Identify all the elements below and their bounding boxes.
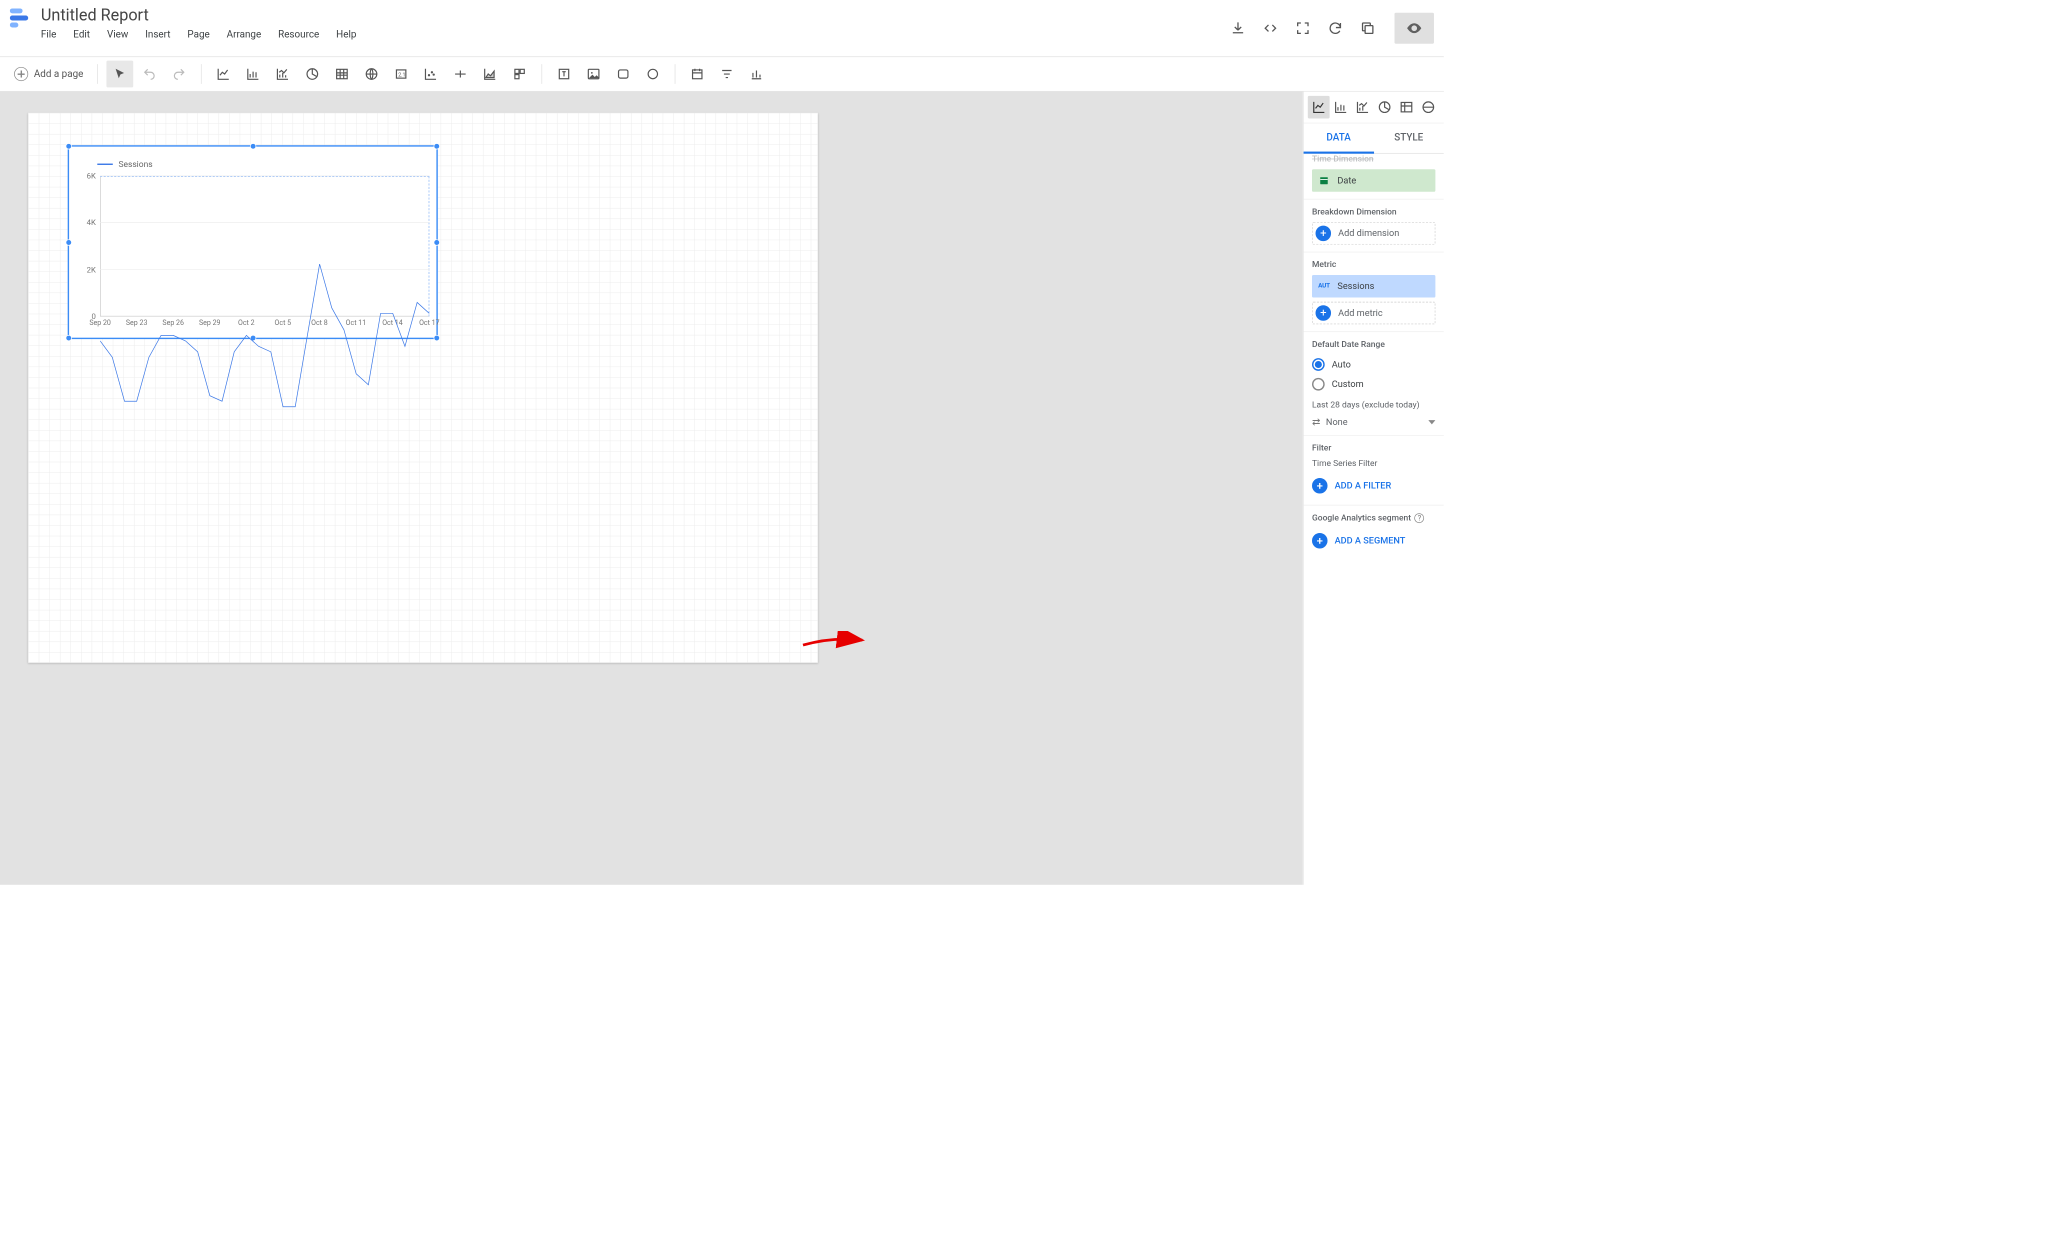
report-canvas[interactable]: Sessions 0 2K 4K 6K Sep 20 <box>28 113 818 663</box>
plus-icon: + <box>1316 305 1332 321</box>
tool-table-icon[interactable] <box>329 61 356 88</box>
add-segment-button[interactable]: + ADD A SEGMENT <box>1312 529 1435 553</box>
metric-chip[interactable]: AUT Sessions <box>1312 275 1435 298</box>
section-date-range: Default Date Range <box>1312 339 1435 349</box>
add-dimension-label: Add dimension <box>1338 228 1399 239</box>
properties-panel: DATA STYLE Time Dimension Date Breakdown… <box>1303 92 1444 885</box>
menu-file[interactable]: File <box>41 29 56 40</box>
tool-bullet-icon[interactable] <box>447 61 474 88</box>
time-series-chart[interactable]: Sessions 0 2K 4K 6K Sep 20 <box>68 145 438 339</box>
tool-geo-icon[interactable] <box>358 61 385 88</box>
y-tick-label: 6K <box>87 172 100 181</box>
compare-arrows-icon: ⇄ <box>1312 417 1320 428</box>
tool-scatter-icon[interactable] <box>418 61 445 88</box>
y-tick-label: 4K <box>87 219 100 228</box>
tool-filter-icon[interactable] <box>714 61 741 88</box>
menu-arrange[interactable]: Arrange <box>227 29 262 40</box>
fullscreen-icon[interactable] <box>1293 18 1313 38</box>
y-tick-label: 2K <box>87 265 100 274</box>
chart-type-table-icon[interactable] <box>1396 96 1418 119</box>
tool-text-icon[interactable] <box>551 61 578 88</box>
embed-icon[interactable] <box>1261 18 1281 38</box>
chart-body: Sessions 0 2K 4K 6K Sep 20 <box>69 147 436 338</box>
metric-value: Sessions <box>1337 281 1374 292</box>
select-tool[interactable] <box>107 61 134 88</box>
legend-label: Sessions <box>118 159 152 169</box>
undo-button[interactable] <box>136 61 163 88</box>
add-segment-label: ADD A SEGMENT <box>1335 535 1406 546</box>
section-filter: Filter <box>1312 443 1435 453</box>
section-time-dimension: Time Dimension <box>1312 154 1435 164</box>
menu-edit[interactable]: Edit <box>73 29 90 40</box>
tool-date-range-icon[interactable] <box>684 61 711 88</box>
plus-icon: + <box>1312 478 1328 494</box>
radio-unchecked-icon <box>1312 378 1325 391</box>
redo-button[interactable] <box>166 61 193 88</box>
chart-type-line-icon[interactable] <box>1308 96 1330 119</box>
radio-checked-icon <box>1312 358 1325 371</box>
chart-type-bar-icon[interactable] <box>1330 96 1352 119</box>
date-range-auto[interactable]: Auto <box>1312 355 1435 375</box>
add-filter-button[interactable]: + ADD A FILTER <box>1312 474 1435 498</box>
plus-icon: + <box>1312 533 1328 549</box>
chart-type-combo-icon[interactable] <box>1352 96 1374 119</box>
tool-circle-icon[interactable] <box>640 61 667 88</box>
add-metric-button[interactable]: + Add metric <box>1312 302 1435 325</box>
svg-text:2.1: 2.1 <box>398 72 405 78</box>
add-filter-label: ADD A FILTER <box>1335 480 1392 491</box>
time-dimension-chip[interactable]: Date <box>1312 169 1435 192</box>
chevron-down-icon <box>1428 420 1435 424</box>
tab-style[interactable]: STYLE <box>1374 123 1444 153</box>
help-icon[interactable]: ? <box>1415 513 1425 523</box>
section-metric: Metric <box>1312 259 1435 269</box>
plus-icon: + <box>1316 226 1332 242</box>
tool-scorecard-icon[interactable]: 2.1 <box>388 61 415 88</box>
date-range-note: Last 28 days (exclude today) <box>1312 400 1435 410</box>
compare-value: None <box>1320 417 1428 428</box>
add-dimension-button[interactable]: + Add dimension <box>1312 222 1435 245</box>
tool-bar-chart-icon[interactable] <box>240 61 267 88</box>
download-icon[interactable] <box>1228 18 1248 38</box>
date-auto-label: Auto <box>1332 359 1351 370</box>
tool-pivot-icon[interactable] <box>506 61 533 88</box>
tool-area-icon[interactable] <box>477 61 504 88</box>
view-button[interactable] <box>1394 13 1433 44</box>
menu-help[interactable]: Help <box>336 29 356 40</box>
metric-type-badge: AUT <box>1316 278 1332 294</box>
chart-type-geo-icon[interactable] <box>1418 96 1440 119</box>
add-page-label: Add a page <box>34 68 84 79</box>
date-range-custom[interactable]: Custom <box>1312 374 1435 394</box>
report-title[interactable]: Untitled Report <box>41 6 1228 25</box>
legend-swatch <box>97 164 113 165</box>
refresh-icon[interactable] <box>1325 18 1345 38</box>
comparison-dropdown[interactable]: ⇄ None <box>1312 417 1435 428</box>
series-line <box>100 176 429 505</box>
tool-combo-chart-icon[interactable] <box>269 61 296 88</box>
menu-insert[interactable]: Insert <box>145 29 170 40</box>
date-custom-label: Custom <box>1332 379 1364 390</box>
menu-resource[interactable]: Resource <box>278 29 319 40</box>
tool-pie-chart-icon[interactable] <box>299 61 326 88</box>
section-breakdown: Breakdown Dimension <box>1312 207 1435 217</box>
time-dimension-value: Date <box>1337 175 1356 186</box>
menu-page[interactable]: Page <box>187 29 209 40</box>
tool-line-chart-icon[interactable] <box>210 61 237 88</box>
menu-view[interactable]: View <box>107 29 128 40</box>
section-ga-segment: Google Analytics segment ? <box>1312 513 1435 524</box>
tool-data-control-icon[interactable] <box>743 61 770 88</box>
add-metric-label: Add metric <box>1338 308 1383 319</box>
tool-image-icon[interactable] <box>580 61 607 88</box>
tab-data[interactable]: DATA <box>1304 123 1374 153</box>
annotation-arrow <box>802 631 865 652</box>
filter-subheading: Time Series Filter <box>1312 458 1435 468</box>
tool-rectangle-icon[interactable] <box>610 61 637 88</box>
add-page-button[interactable]: Add a page <box>8 67 89 81</box>
chart-type-pie-icon[interactable] <box>1374 96 1396 119</box>
copy-icon[interactable] <box>1358 18 1378 38</box>
plus-circle-icon <box>14 67 28 81</box>
app-logo <box>10 8 33 31</box>
calendar-icon <box>1316 173 1332 189</box>
